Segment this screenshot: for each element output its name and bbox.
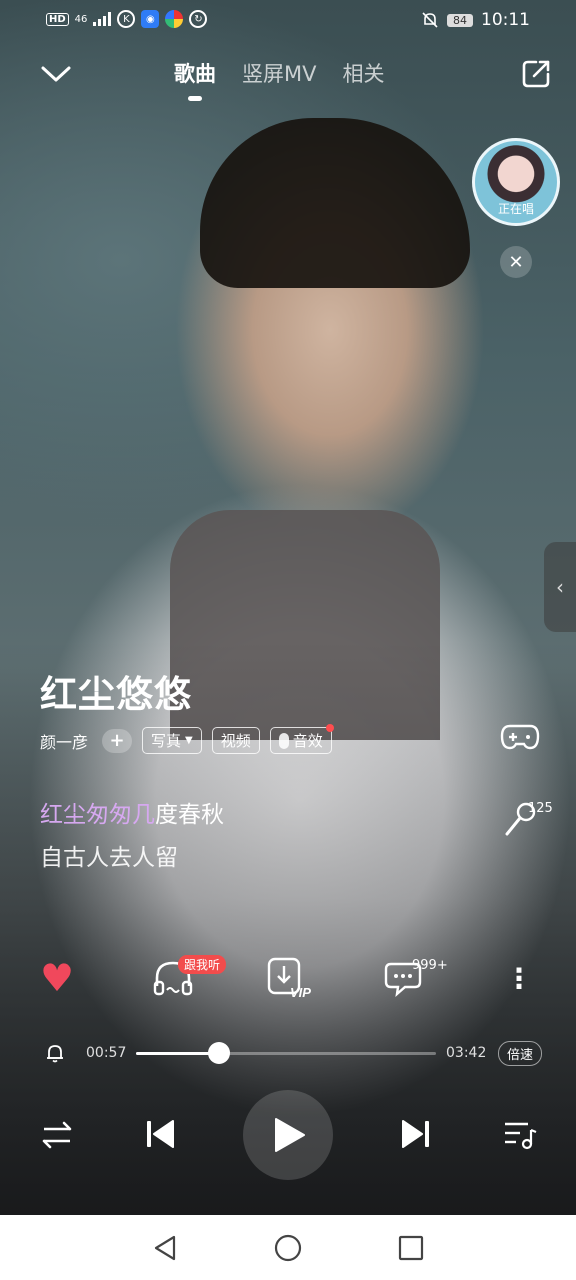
gamepad-icon[interactable]	[500, 722, 540, 752]
bell-icon[interactable]	[44, 1042, 66, 1064]
share-icon[interactable]	[520, 58, 552, 90]
listen-with-me-badge: 跟我听	[178, 955, 227, 974]
photo-chip[interactable]: 写真 ▼	[142, 727, 202, 754]
artist-name[interactable]: 颜一彦	[40, 729, 88, 753]
play-button[interactable]	[243, 1090, 333, 1180]
vip-label: VIP	[290, 985, 311, 1000]
close-icon: ✕	[508, 251, 524, 273]
hotspot-icon: ◉	[141, 10, 160, 28]
video-chip[interactable]: 视频	[211, 727, 260, 754]
sync-icon: ↻	[189, 10, 208, 28]
playback-controls	[0, 1090, 576, 1180]
more-vertical-icon[interactable]: ⋮	[496, 955, 542, 1001]
video-chip-label: 视频	[220, 732, 251, 750]
tab-song[interactable]: 歌曲	[174, 58, 216, 88]
toggle-icon	[278, 732, 289, 749]
chevron-down-icon[interactable]	[40, 60, 72, 86]
progress-row: 00:57 03:42 倍速	[0, 1040, 576, 1068]
top-navigation: 歌曲 竖屏MV 相关	[0, 50, 576, 100]
clock: 10:11	[481, 10, 530, 30]
next-icon[interactable]	[398, 1116, 434, 1152]
download-vip-icon: VIP	[267, 957, 311, 1000]
playlist-icon[interactable]	[502, 1118, 538, 1152]
tab-related[interactable]: 相关	[342, 58, 384, 88]
tab-vertical-mv[interactable]: 竖屏MV	[242, 58, 316, 88]
playback-speed-button[interactable]: 倍速	[498, 1041, 543, 1066]
follow-artist-button[interactable]: +	[102, 728, 133, 753]
download-button[interactable]: VIP	[266, 955, 312, 1001]
signal-icon	[93, 12, 112, 26]
hd-indicator: HD	[46, 12, 69, 26]
recents-square-icon[interactable]	[396, 1233, 426, 1263]
karaoke-count: 125	[528, 801, 553, 816]
new-dot	[325, 724, 334, 732]
action-row: ♥ VIP ⋮	[0, 955, 576, 1009]
total-time: 03:42	[446, 1045, 487, 1061]
song-title: 红尘悠悠	[40, 673, 192, 716]
heart-icon[interactable]: ♥	[34, 955, 80, 1001]
home-circle-icon[interactable]	[273, 1233, 303, 1263]
lyric-unsung-part: 度春秋	[155, 802, 224, 828]
lyric-sung-part: 红尘匆匆几	[40, 802, 155, 828]
now-singing-avatar[interactable]: 正在唱	[472, 138, 560, 226]
photo-chip-label: 写真	[151, 732, 182, 750]
sound-effect-chip[interactable]: 音效	[269, 724, 334, 754]
song-meta-row: 颜一彦 + 写真 ▼ 视频 音效	[40, 724, 334, 754]
tab-bar: 歌曲 竖屏MV 相关	[174, 58, 384, 88]
side-drawer-handle[interactable]: ‹	[544, 542, 576, 632]
app-k-icon: K	[117, 10, 136, 28]
comment-count: 999+	[412, 958, 448, 973]
now-singing-label: 正在唱	[497, 202, 534, 216]
previous-icon[interactable]	[142, 1116, 178, 1152]
play-icon	[275, 1118, 305, 1152]
progress-knob[interactable]	[207, 1042, 230, 1064]
mute-bell-icon	[422, 12, 438, 28]
current-time: 00:57	[86, 1045, 127, 1061]
back-triangle-icon[interactable]	[150, 1233, 180, 1263]
next-lyric-line[interactable]: 自古人去人留	[40, 838, 178, 872]
repeat-icon[interactable]	[40, 1118, 74, 1152]
status-bar: HD 46 K ◉ ↻ 84 10:11	[0, 8, 576, 36]
progress-track[interactable]	[136, 1042, 436, 1064]
caret-down-icon: ▼	[185, 735, 193, 746]
close-float-button[interactable]: ✕	[500, 246, 532, 278]
system-navigation-bar	[0, 1215, 576, 1280]
current-lyric-line[interactable]: 红尘匆匆几度春秋	[40, 795, 224, 829]
browser-icon	[165, 10, 184, 28]
battery-indicator: 84	[447, 13, 473, 27]
network-type: 46	[74, 13, 88, 25]
chevron-left-icon: ‹	[556, 575, 564, 599]
progress-fill	[136, 1052, 219, 1055]
sound-effect-chip-label: 音效	[292, 732, 323, 750]
